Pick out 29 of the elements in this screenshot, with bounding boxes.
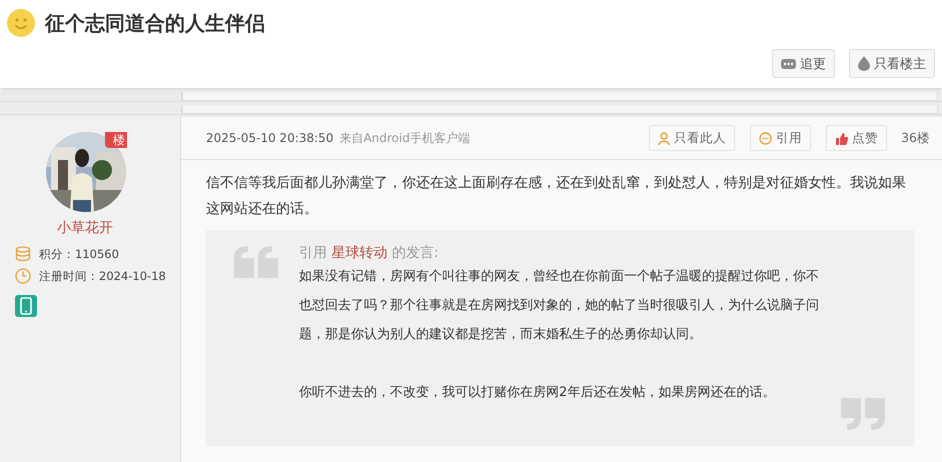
quote-text: 你听不进去的，不改变，我可以打赌你在房网2年后还在发帖，如果房网还在的话。 — [299, 384, 776, 402]
quote-mark-icon — [234, 246, 279, 278]
quote-button[interactable]: 引用 — [750, 125, 812, 151]
username[interactable]: 小草花开 — [15, 219, 113, 237]
thumbs-up-icon — [835, 132, 848, 144]
post-timestamp: 2025-05-10 20:38:50 — [206, 131, 334, 145]
owner-only-button[interactable]: 只看楼主 — [849, 49, 935, 78]
thread-title: 征个志同道合的人生伴侣 — [45, 10, 265, 36]
drop-icon — [858, 56, 870, 71]
post-source: 来自Android手机客户端 — [339, 130, 471, 146]
points-text: 积分：110560 — [39, 246, 119, 262]
floor-number: 36楼 — [901, 130, 930, 146]
smiley-icon — [7, 9, 35, 37]
person-icon — [658, 132, 670, 144]
coin-stack-icon — [15, 246, 31, 262]
closing-quote-mark-icon — [841, 398, 886, 430]
phone-icon — [15, 295, 37, 317]
clock-icon — [15, 268, 31, 284]
follow-button[interactable]: 追更 — [772, 49, 835, 78]
quote-attribution: 引用 星球转动 的发言: — [299, 244, 440, 262]
only-this-user-button[interactable]: 只看此人 — [649, 125, 736, 151]
quote-text: 如果没有记错，房网有个叫往事的网友，曾经也在你前面一个帖子温暖的提醒过你吧，你不也怼回去了吗？那个往事就是在房网找到对象的，她的帖了当时很吸引人，为什么说脑子问题，那是你认为别人的建议都是挖苦，而末婚私生子的怂勇你却认同。 — [299, 268, 820, 344]
speech-bubble-icon — [759, 132, 772, 144]
post-text: 信不信等我后面都儿孙满堂了，你还在这上面刷存在感，还在到处乱窜，到处怼人，特别是对征婚女性。我说如果这网站还在的话。 — [206, 174, 907, 219]
chat-bubble-icon — [781, 58, 796, 70]
quoted-user-link[interactable]: 星球转动 — [331, 245, 388, 261]
like-button[interactable]: 点赞 — [826, 125, 888, 151]
register-date: 注册时间：2024-10-18 — [39, 268, 166, 284]
floor-owner-badge: 楼 — [105, 132, 127, 148]
